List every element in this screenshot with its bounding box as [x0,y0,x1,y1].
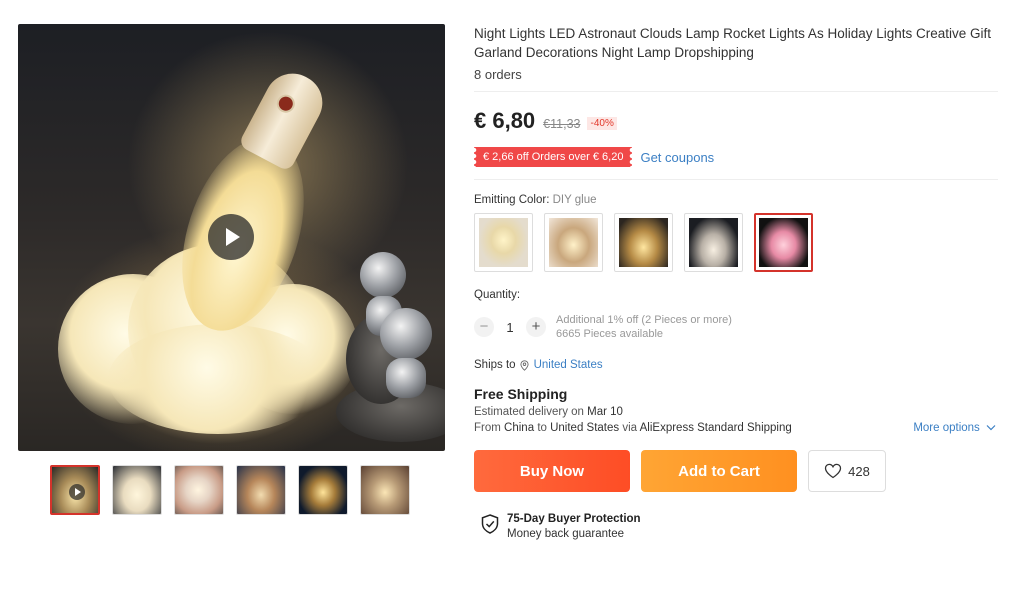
destination-country: United States [550,422,620,434]
coupon-tag[interactable]: € 2,66 off Orders over € 6,20 [474,147,633,167]
variant-label-row: Emitting Color: DIY glue [474,194,1000,206]
quantity-stepper: − 1 + Additional 1% off (2 Pieces or mor… [474,313,1000,341]
get-coupons-link[interactable]: Get coupons [640,150,714,165]
order-count: 8 orders [474,67,522,82]
variant-selected-value: DIY glue [552,194,597,206]
buyer-protection: 75-Day Buyer Protection Money back guara… [481,512,1000,542]
bulk-discount-text: Additional 1% off (2 Pieces or more) [556,314,732,326]
ships-to-label: Ships to [474,359,516,371]
heart-icon [824,463,842,479]
variant-option-selected[interactable] [754,213,813,272]
price-row: € 6,80 €11,33 -40% [474,108,1000,134]
product-title: Night Lights LED Astronaut Clouds Lamp R… [474,26,992,60]
thumbnail-image[interactable] [236,465,286,515]
quantity-note: Additional 1% off (2 Pieces or more) 666… [556,313,732,341]
main-product-image[interactable] [18,24,445,451]
variant-options [474,213,1000,272]
product-info: Night Lights LED Astronaut Clouds Lamp R… [474,24,1000,542]
shipping-carrier: AliExpress Standard Shipping [639,422,792,434]
stock-available-text: 6665 Pieces available [556,328,664,340]
ship-country-selector[interactable]: United States [534,359,603,371]
decrease-quantity-button[interactable]: − [474,317,494,337]
variant-option[interactable] [474,213,533,272]
more-shipping-options-link[interactable]: More options [913,422,996,434]
buyer-protection-title: 75-Day Buyer Protection [507,513,641,525]
original-price: €11,33 [543,117,581,131]
shipping-route: From China to United States via AliExpre… [474,422,1000,434]
play-video-button[interactable] [208,214,254,260]
variant-option[interactable] [544,213,603,272]
thumbnail-video[interactable] [50,465,100,515]
free-shipping-label: Free Shipping [474,386,568,402]
estimated-delivery: Estimated delivery on Mar 10 [474,406,623,418]
wishlist-count: 428 [848,463,870,479]
thumbnail-image[interactable] [112,465,162,515]
increase-quantity-button[interactable]: + [526,317,546,337]
thumbnail-image[interactable] [298,465,348,515]
wishlist-button[interactable]: 428 [808,450,886,492]
add-to-cart-button[interactable]: Add to Cart [641,450,797,492]
ships-to-row: Ships to United States [474,359,1000,371]
quantity-label: Quantity: [474,289,521,301]
thumbnail-image[interactable] [174,465,224,515]
divider [474,91,998,92]
origin-country: China [504,422,535,434]
shield-check-icon [481,514,499,534]
chevron-down-icon [986,425,996,431]
thumbnail-strip [50,465,410,515]
play-icon [69,484,85,500]
purchase-actions: Buy Now Add to Cart 428 [474,450,1000,492]
buyer-protection-subtitle: Money back guarantee [507,528,624,540]
divider [474,179,998,180]
variant-option[interactable] [614,213,673,272]
quantity-input[interactable]: 1 [494,320,526,335]
variant-label: Emitting Color: [474,194,550,206]
coupon-row: € 2,66 off Orders over € 6,20 Get coupon… [474,147,1000,167]
thumbnail-image[interactable] [360,465,410,515]
location-pin-icon [520,359,529,371]
variant-option[interactable] [684,213,743,272]
buy-now-button[interactable]: Buy Now [474,450,630,492]
discount-badge: -40% [587,117,617,130]
delivery-date: Mar 10 [587,406,623,418]
current-price: € 6,80 [474,108,536,133]
